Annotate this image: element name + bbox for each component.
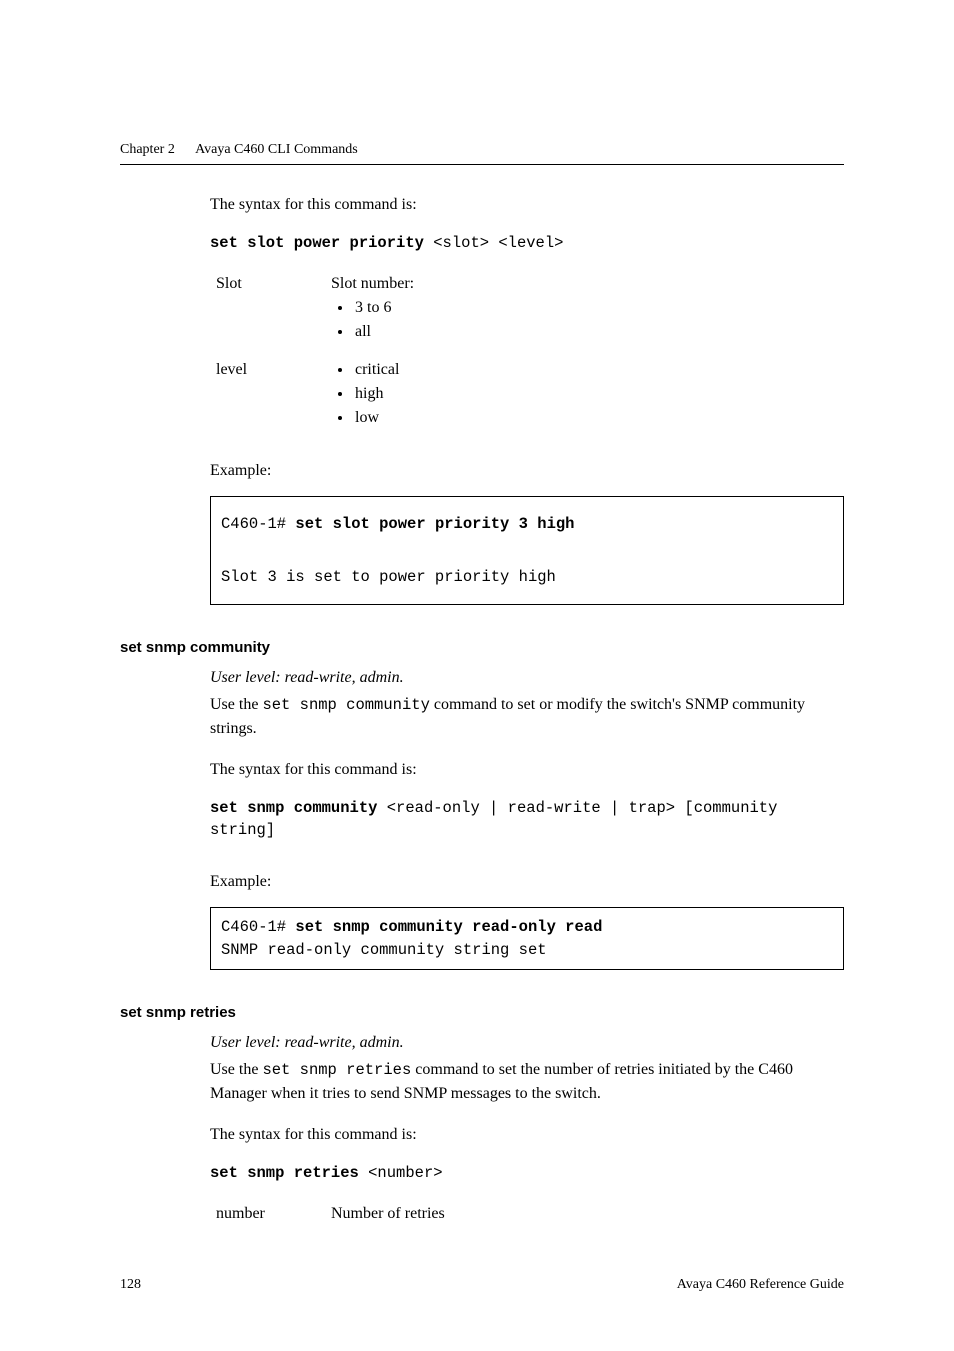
code-box: C460-1# set slot power priority 3 high S…: [210, 496, 844, 605]
cmd-bold: set snmp retries: [210, 1164, 359, 1182]
header-rule: [120, 164, 844, 165]
list-item: low: [353, 406, 414, 430]
param-val-level: critical high low: [331, 358, 414, 444]
param-key-level: level: [210, 358, 331, 444]
code-output: Slot 3 is set to power priority high: [221, 568, 556, 586]
syntax-command: set snmp retries <number>: [210, 1162, 844, 1184]
page-header: Chapter 2 Avaya C460 CLI Commands: [120, 142, 844, 158]
slot-intro: Slot number:: [331, 275, 414, 292]
chapter-label: Chapter 2: [120, 142, 175, 157]
code-cmd: set snmp community read-only read: [295, 918, 602, 936]
code-prompt: C460-1#: [221, 918, 295, 936]
list-item: high: [353, 382, 414, 406]
inline-code: set snmp retries: [262, 1061, 411, 1079]
param-val-slot: Slot number: 3 to 6 all: [331, 272, 414, 358]
example-label: Example:: [210, 462, 844, 480]
user-level: User level: read-write, admin.: [210, 1031, 844, 1054]
level-list: critical high low: [331, 358, 414, 430]
param-table: number Number of retries: [210, 1202, 445, 1240]
page-footer: 128 Avaya C460 Reference Guide: [120, 1277, 844, 1293]
list-item: all: [353, 320, 414, 344]
table-row: Slot Slot number: 3 to 6 all: [210, 272, 414, 358]
table-row: level critical high low: [210, 358, 414, 444]
description: Use the set snmp retries command to set …: [210, 1058, 844, 1105]
param-key-number: number: [210, 1202, 331, 1240]
example-label: Example:: [210, 873, 844, 891]
table-row: number Number of retries: [210, 1202, 445, 1240]
code-cmd: set slot power priority 3 high: [295, 515, 574, 533]
syntax-intro: The syntax for this command is:: [210, 758, 844, 781]
syntax-command: set snmp community <read-only | read-wri…: [210, 797, 844, 842]
syntax-intro: The syntax for this command is:: [210, 193, 844, 216]
cmd-bold: set snmp community: [210, 799, 377, 817]
code-box: C460-1# set snmp community read-only rea…: [210, 907, 844, 970]
cmd-args: <slot> <level>: [424, 234, 564, 252]
section-heading: set snmp community: [120, 639, 844, 656]
chapter-title: Avaya C460 CLI Commands: [195, 142, 358, 157]
list-item: 3 to 6: [353, 296, 414, 320]
cmd-bold: set slot power priority: [210, 234, 424, 252]
code-output: SNMP read-only community string set: [221, 941, 547, 959]
list-item: critical: [353, 358, 414, 382]
description: Use the set snmp community command to se…: [210, 693, 844, 740]
slot-list: 3 to 6 all: [331, 296, 414, 344]
param-val-number: Number of retries: [331, 1202, 445, 1240]
page-number: 128: [120, 1277, 141, 1293]
param-table: Slot Slot number: 3 to 6 all level criti…: [210, 272, 414, 444]
syntax-command: set slot power priority <slot> <level>: [210, 232, 844, 254]
param-key-slot: Slot: [210, 272, 331, 358]
syntax-intro: The syntax for this command is:: [210, 1123, 844, 1146]
cmd-args: <number>: [359, 1164, 443, 1182]
inline-code: set snmp community: [262, 696, 429, 714]
user-level: User level: read-write, admin.: [210, 666, 844, 689]
code-prompt: C460-1#: [221, 515, 295, 533]
section-heading: set snmp retries: [120, 1004, 844, 1021]
doc-title: Avaya C460 Reference Guide: [677, 1277, 844, 1293]
